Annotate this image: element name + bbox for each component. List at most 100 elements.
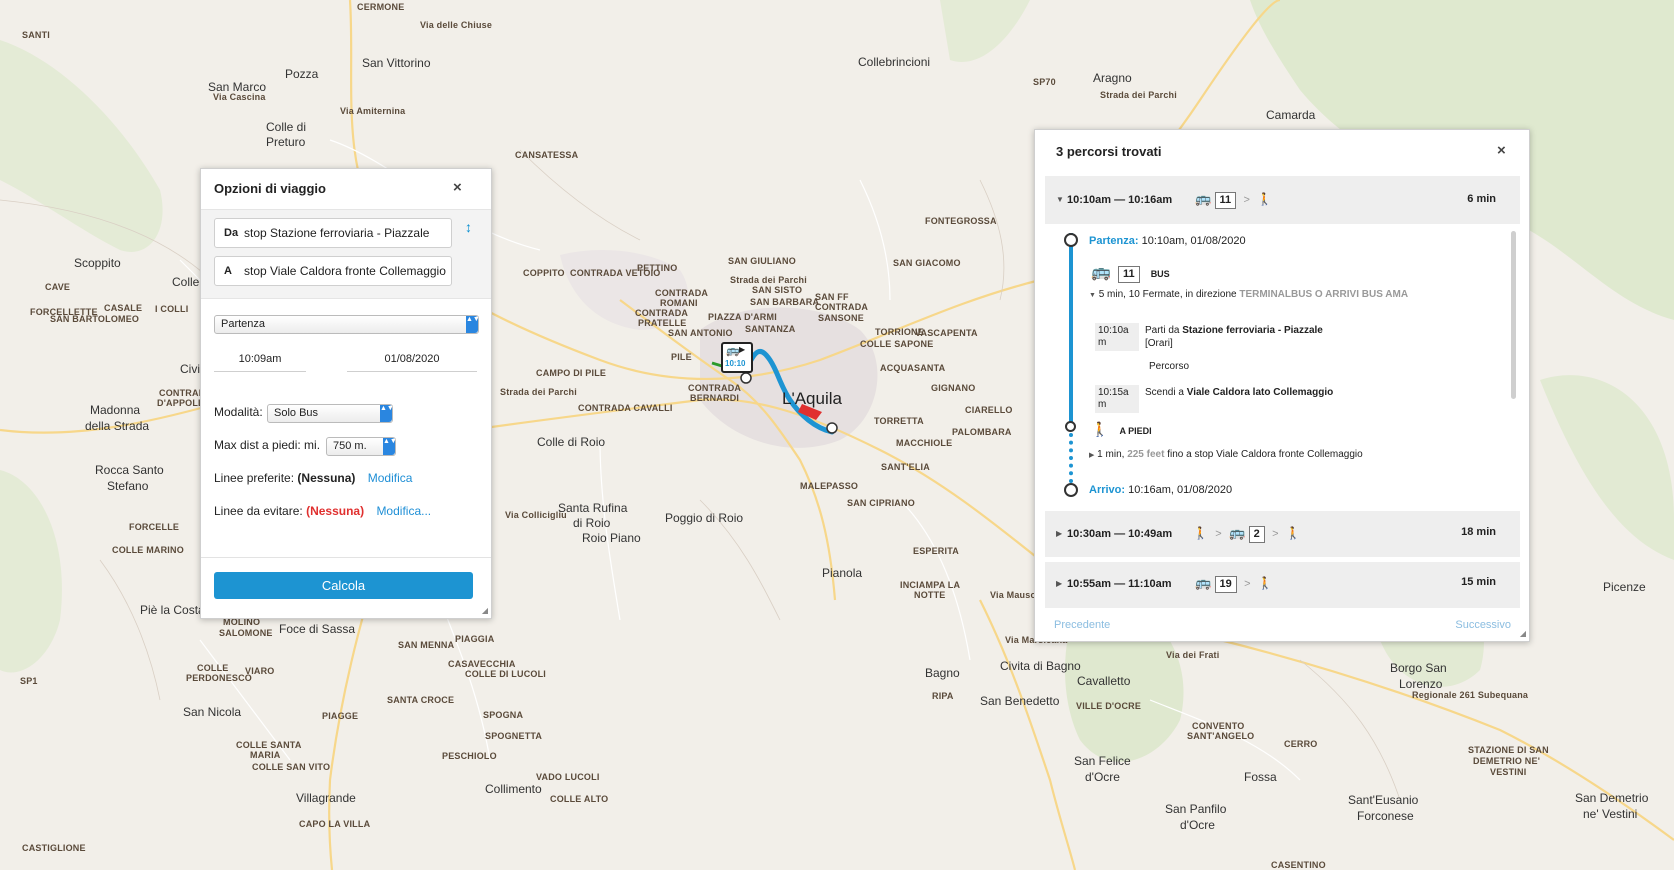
map-place-label: CAMPO DI PILE: [536, 368, 607, 378]
route-detail: Partenza: 10:10am, 01/08/2020 🚌 11 BUS ▼…: [1045, 225, 1520, 511]
stop2-time-suffix: m: [1098, 399, 1107, 410]
route-option-2[interactable]: ▶ 10:30am — 10:49am 🚶 > 🚌 2 > 🚶 18 min: [1045, 511, 1520, 557]
percorso-link[interactable]: Percorso: [1149, 361, 1189, 372]
map-place-label: Regionale 261 Subequana: [1412, 690, 1529, 700]
walk-icon: 🚶: [1091, 421, 1109, 437]
bus-icon: 🚌: [1195, 575, 1212, 590]
route-start-point[interactable]: [740, 372, 752, 384]
depart-mode-select[interactable]: Partenza ▲▼: [214, 315, 480, 334]
preferred-modify-link[interactable]: Modifica: [368, 471, 413, 485]
previous-link[interactable]: Precedente: [1054, 619, 1110, 631]
map-place-label: Sant'Eusanio: [1348, 793, 1419, 807]
walk-destination: fino a stop Viale Caldora fronte Collema…: [1167, 449, 1363, 460]
next-link[interactable]: Successivo: [1455, 619, 1511, 631]
chevron-right-icon: >: [1243, 194, 1250, 206]
time-input[interactable]: 10:09am: [214, 347, 306, 372]
bus-marker-time: 10:10: [725, 359, 746, 368]
resize-handle-icon[interactable]: ◢: [482, 606, 488, 615]
map-place-label: MALEPASSO: [800, 481, 859, 491]
line-number: 11: [1117, 266, 1140, 283]
walk-icon: 🚶: [1257, 192, 1273, 206]
map-place-label: Via Amiternina: [340, 106, 406, 116]
map-place-label: SAN FF: [815, 292, 849, 302]
mode-select[interactable]: Solo Bus ▲▼: [267, 404, 394, 423]
from-field[interactable]: Da stop Stazione ferroviaria - Piazzale: [214, 218, 452, 248]
map-place-label: Scoppito: [74, 256, 121, 270]
bus-icon: 🚌: [1195, 191, 1212, 206]
stop2-prefix: Scendi a: [1145, 387, 1184, 398]
map-place-label: SANTI: [22, 30, 50, 40]
arrival-node: [1064, 483, 1078, 497]
map-place-label: TORRETTA: [874, 416, 924, 426]
map-place-label: BERNARDI: [690, 393, 740, 403]
route-option-1[interactable]: ▼ 10:10am — 10:16am 🚌 11 > 🚶 6 min: [1045, 176, 1520, 224]
date-input[interactable]: 01/08/2020: [347, 347, 477, 372]
map-place-label: Collebrincioni: [858, 55, 931, 69]
bus-summary-text: 5 min, 10 Fermate, in direzione: [1098, 289, 1237, 300]
avoid-modify-link[interactable]: Modifica...: [376, 504, 431, 518]
map-place-label: GIGNANO: [931, 383, 976, 393]
map-place-label: PILE: [671, 352, 692, 362]
stop1-prefix: Parti da: [1145, 325, 1180, 336]
calculate-button[interactable]: Calcola: [214, 572, 473, 599]
timetable-link[interactable]: [Orari]: [1145, 338, 1173, 349]
map-place-label: CAPO LA VILLA: [299, 819, 371, 829]
map-place-label: PIAZZA D'ARMI: [708, 312, 777, 322]
route-time: 10:55am — 11:10am: [1067, 578, 1172, 590]
swap-stops-icon[interactable]: ↕: [465, 219, 472, 235]
close-icon[interactable]: ×: [1497, 142, 1506, 159]
mode-value: Solo Bus: [274, 407, 319, 419]
map-place-label: CASAVECCHIA: [448, 659, 516, 669]
map-place-label: di Roio: [573, 516, 611, 530]
map-place-label: SAN BARBARA: [750, 297, 820, 307]
map-place-label: d'Ocre: [1180, 818, 1215, 832]
map-place-label: Foce di Sassa: [279, 622, 356, 636]
close-icon[interactable]: ×: [453, 179, 462, 196]
map-place-label: SANTA CROCE: [387, 695, 455, 705]
map-place-label: Via Cascina: [213, 92, 266, 102]
map-place-label: CONTRADA VETOIO: [570, 268, 661, 278]
map-place-label: CAVE: [45, 282, 71, 292]
stop2-text: Scendi a Viale Caldora lato Collemaggio: [1145, 387, 1333, 398]
to-field[interactable]: A stop Viale Caldora fronte Collemaggio: [214, 256, 452, 286]
bus-summary[interactable]: ▼ 5 min, 10 Fermate, in direzione TERMIN…: [1089, 289, 1408, 300]
walk-summary[interactable]: ▶ 1 min, 225 feet fino a stop Viale Cald…: [1089, 449, 1363, 460]
arrival-label: Arrivo:: [1089, 484, 1126, 496]
walk-icon: 🚶: [1193, 526, 1208, 540]
walk-time: 1 min,: [1097, 449, 1125, 460]
caret-right-icon: ▶: [1056, 579, 1063, 588]
walk-leg-line: [1069, 433, 1073, 483]
bus-icon: 🚌: [726, 345, 740, 357]
map-place-label: San Demetrio: [1575, 791, 1649, 805]
walk-label: A PIEDI: [1119, 426, 1152, 436]
route-legs: 🚌 19 > 🚶: [1195, 575, 1273, 593]
avoid-value: (Nessuna): [306, 504, 365, 518]
map-place-label: MARIA: [250, 750, 281, 760]
route-end-point[interactable]: [826, 422, 838, 434]
detail-scrollbar[interactable]: [1511, 231, 1516, 399]
map-place-label: CONVENTO: [1192, 721, 1245, 731]
line-number: 2: [1248, 526, 1265, 543]
route-option-3[interactable]: ▶ 10:55am — 11:10am 🚌 19 > 🚶 15 min: [1045, 562, 1520, 608]
map-place-label: PALOMBARA: [952, 427, 1012, 437]
map-place-label: PERDONESCO: [186, 673, 253, 683]
map-place-label: SPOGNETTA: [485, 731, 543, 741]
chevron-right-icon: >: [1244, 578, 1251, 590]
map-place-label: SAN BARTOLOMEO: [50, 314, 140, 324]
preferred-value: (Nessuna): [297, 471, 356, 485]
map-place-label: Via Collicigliu: [505, 510, 567, 520]
map-place-label: ne' Vestini: [1583, 807, 1638, 821]
stop1-text: Parti da Stazione ferroviaria - Piazzale: [1145, 325, 1323, 336]
map-place-label: PESCHIOLO: [442, 751, 497, 761]
bus-marker[interactable]: 🚌 ▶ 10:10: [721, 342, 753, 373]
line-number: 11: [1214, 192, 1237, 209]
caret-right-icon: ▶: [1056, 529, 1063, 538]
resize-handle-icon[interactable]: ◢: [1520, 629, 1526, 638]
stop2-time: 10:15a m: [1095, 385, 1139, 413]
options-divider: [201, 557, 491, 558]
bus-icon: 🚌: [1091, 264, 1111, 281]
map-place-label: CONTRADA: [635, 308, 689, 318]
map-place-label: COLLE SAN VITO: [252, 762, 331, 772]
map-place-label: COLLE DI LUCOLI: [465, 669, 546, 679]
walk-select[interactable]: 750 m. ▲▼: [326, 437, 397, 456]
